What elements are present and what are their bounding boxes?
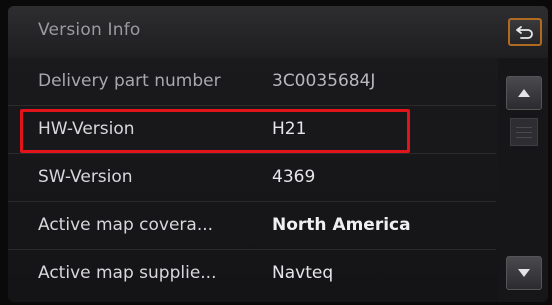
row-label: HW-Version [38,119,135,139]
list-item-active-map-supplier[interactable]: Active map supplie... Navteq [8,250,496,298]
return-arrow-icon [516,26,533,39]
scrollbar[interactable] [498,58,548,302]
row-label: Active map covera... [38,215,214,235]
row-value: 3C0035684J [272,71,376,91]
scroll-thumb[interactable] [510,118,538,146]
row-value: North America [272,215,411,235]
scroll-down-button[interactable] [506,256,542,290]
list-item-hw-version[interactable]: HW-Version H21 [8,106,496,154]
row-label: Delivery part number [38,71,221,91]
triangle-down-icon [518,269,530,277]
list-item-delivery-part-number[interactable]: Delivery part number 3C0035684J [8,58,496,106]
version-info-list: Delivery part number 3C0035684J HW-Versi… [8,58,496,302]
list-item-sw-version[interactable]: SW-Version 4369 [8,154,496,202]
scroll-up-button[interactable] [506,76,542,110]
scroll-track[interactable] [510,118,538,248]
title-bar: Version Info [8,6,548,58]
page-title: Version Info [38,20,141,40]
row-label: SW-Version [38,167,133,187]
version-info-screen: Version Info Delivery part number 3C0035… [8,6,548,302]
row-value: 4369 [272,167,316,187]
back-button[interactable] [508,18,542,46]
triangle-up-icon [518,89,530,97]
row-value: Navteq [272,263,334,283]
row-value: H21 [272,119,307,139]
row-label: Active map supplie... [38,263,217,283]
list-item-active-map-coverage[interactable]: Active map covera... North America [8,202,496,250]
